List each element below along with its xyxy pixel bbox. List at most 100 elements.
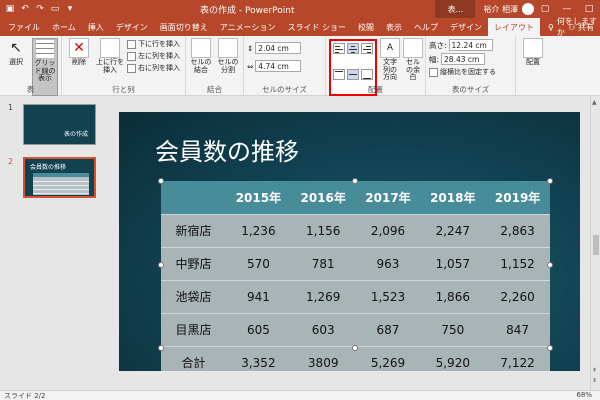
redo-icon[interactable]: ↷ bbox=[34, 3, 46, 15]
table-height-input[interactable]: 12.24 cm bbox=[448, 39, 493, 51]
insert-right-button[interactable]: 右に列を挿入 bbox=[127, 63, 180, 73]
table-cell[interactable]: 687 bbox=[355, 312, 421, 346]
save-icon[interactable]: ▣ bbox=[4, 3, 16, 15]
scroll-up-icon[interactable]: ▲ bbox=[592, 99, 597, 106]
cell-height-input[interactable]: 2.04 cm bbox=[255, 42, 302, 54]
resize-handle[interactable] bbox=[158, 262, 164, 268]
merge-group: セルの結合 セルの分割 結合 bbox=[186, 36, 244, 96]
tab-view[interactable]: 表示 bbox=[380, 18, 408, 36]
scrollbar-thumb[interactable] bbox=[593, 235, 599, 255]
table-cell[interactable]: 1,523 bbox=[355, 279, 421, 313]
members-table[interactable]: 2015年 2016年 2017年 2018年 2019年 新宿店 1,236 … bbox=[161, 181, 550, 371]
slide-title[interactable]: 会員数の推移 bbox=[155, 132, 299, 167]
table-cell[interactable]: 1,236 bbox=[226, 213, 291, 247]
tab-insert[interactable]: 挿入 bbox=[82, 18, 110, 36]
header-cell[interactable]: 2016年 bbox=[290, 181, 356, 214]
tab-design[interactable]: デザイン bbox=[110, 18, 154, 36]
align-right-icon[interactable] bbox=[361, 43, 373, 54]
table-cell[interactable]: 781 bbox=[290, 246, 356, 280]
row-header-cell[interactable]: 目黒店 bbox=[161, 312, 226, 346]
table-cell[interactable]: 570 bbox=[226, 246, 291, 280]
table-cell[interactable]: 847 bbox=[485, 312, 550, 346]
slide-thumbnails-pane: 1 表の作成 2 会員数の推移 bbox=[0, 97, 110, 390]
tab-table-design[interactable]: デザイン bbox=[444, 18, 488, 36]
tab-transitions[interactable]: 画面切り替え bbox=[154, 18, 214, 36]
table-cell[interactable]: 1,866 bbox=[420, 279, 486, 313]
slide-thumbnail-2[interactable]: 会員数の推移 bbox=[23, 157, 96, 198]
avatar[interactable] bbox=[522, 3, 534, 15]
vertical-scrollbar[interactable]: ▲ ⇞ ⇟ bbox=[590, 97, 600, 390]
header-cell[interactable] bbox=[161, 181, 226, 214]
column-width-icon: ⇔ bbox=[247, 61, 254, 71]
insert-left-button[interactable]: 左に列を挿入 bbox=[127, 51, 180, 61]
table-cell[interactable]: 2,863 bbox=[485, 213, 550, 247]
customize-qat-icon[interactable]: ▾ bbox=[64, 3, 76, 15]
cell-width-field[interactable]: ⇔ 4.74 cm bbox=[247, 60, 322, 72]
table-cell[interactable]: 605 bbox=[226, 312, 291, 346]
tab-layout[interactable]: レイアウト bbox=[488, 18, 540, 36]
resize-handle[interactable] bbox=[352, 345, 358, 351]
previous-slide-icon[interactable]: ⇞ bbox=[592, 367, 597, 374]
header-cell[interactable]: 2018年 bbox=[420, 181, 486, 214]
align-center-icon[interactable] bbox=[347, 43, 359, 54]
text-direction-icon: A bbox=[380, 38, 400, 58]
zoom-level[interactable]: 68% bbox=[576, 391, 592, 399]
cell-width-input[interactable]: 4.74 cm bbox=[255, 60, 302, 72]
align-bottom-icon[interactable] bbox=[361, 68, 373, 80]
table-cell[interactable]: 941 bbox=[226, 279, 291, 313]
cell-height-field[interactable]: ⇕ 2.04 cm bbox=[247, 42, 322, 54]
share-button[interactable]: ⚇ 共有 bbox=[568, 22, 594, 33]
insert-below-button[interactable]: 下に行を挿入 bbox=[127, 39, 180, 49]
group-label: 表 bbox=[26, 85, 35, 94]
table-cell[interactable]: 3,352 bbox=[226, 345, 291, 371]
next-slide-icon[interactable]: ⇟ bbox=[592, 377, 597, 384]
table-cell[interactable]: 2,247 bbox=[420, 213, 486, 247]
table-cell[interactable]: 5,269 bbox=[355, 345, 421, 371]
lock-aspect-checkbox[interactable]: 縦横比を固定する bbox=[429, 67, 512, 77]
tab-home[interactable]: ホーム bbox=[46, 18, 82, 36]
undo-icon[interactable]: ↶ bbox=[19, 3, 31, 15]
table-cell[interactable]: 750 bbox=[420, 312, 486, 346]
table-cell[interactable]: 2,096 bbox=[355, 213, 421, 247]
start-from-beginning-icon[interactable]: ▭ bbox=[49, 3, 61, 15]
slide-thumbnail-1[interactable]: 表の作成 bbox=[23, 104, 96, 145]
resize-handle[interactable] bbox=[158, 345, 164, 351]
row-header-cell[interactable]: 新宿店 bbox=[161, 213, 226, 247]
table-cell[interactable]: 963 bbox=[355, 246, 421, 280]
user-name[interactable]: 裕介 相澤 bbox=[483, 4, 518, 15]
table-height-field[interactable]: 高さ: 12.24 cm bbox=[429, 39, 512, 51]
resize-handle[interactable] bbox=[547, 345, 553, 351]
table-cell[interactable]: 603 bbox=[290, 312, 356, 346]
table-cell[interactable]: 5,920 bbox=[420, 345, 486, 371]
row-header-cell[interactable]: 池袋店 bbox=[161, 279, 226, 313]
tab-help[interactable]: ヘルプ bbox=[408, 18, 444, 36]
header-cell[interactable]: 2019年 bbox=[485, 181, 550, 214]
table-cell[interactable]: 1,057 bbox=[420, 246, 486, 280]
table-cell[interactable]: 7,122 bbox=[485, 345, 550, 371]
resize-handle[interactable] bbox=[547, 262, 553, 268]
header-cell[interactable]: 2017年 bbox=[355, 181, 421, 214]
table-cell[interactable]: 3809 bbox=[290, 345, 356, 371]
table-cell[interactable]: 1,269 bbox=[290, 279, 356, 313]
resize-handle[interactable] bbox=[352, 178, 358, 184]
align-left-icon[interactable] bbox=[333, 43, 345, 54]
table-width-field[interactable]: 幅: 28.43 cm bbox=[429, 53, 512, 65]
tab-file[interactable]: ファイル bbox=[2, 18, 46, 36]
arrange-button[interactable]: 配置 bbox=[519, 38, 547, 96]
row-header-cell[interactable]: 合計 bbox=[161, 345, 226, 371]
slide-canvas[interactable]: 会員数の推移 2015年 2016年 2017年 2018年 2019年 新宿店… bbox=[119, 112, 580, 371]
table-cell[interactable]: 2,260 bbox=[485, 279, 550, 313]
tab-animations[interactable]: アニメーション bbox=[214, 18, 282, 36]
header-cell[interactable]: 2015年 bbox=[226, 181, 291, 214]
table-row: 新宿店 1,236 1,156 2,096 2,247 2,863 bbox=[161, 213, 550, 247]
resize-handle[interactable] bbox=[547, 178, 553, 184]
tab-review[interactable]: 校閲 bbox=[352, 18, 380, 36]
resize-handle[interactable] bbox=[158, 178, 164, 184]
table-cell[interactable]: 1,156 bbox=[290, 213, 356, 247]
align-middle-icon[interactable] bbox=[347, 68, 359, 80]
tab-slide-show[interactable]: スライド ショー bbox=[281, 18, 352, 36]
align-top-icon[interactable] bbox=[333, 68, 345, 80]
table-width-input[interactable]: 28.43 cm bbox=[441, 53, 486, 65]
table-cell[interactable]: 1,152 bbox=[485, 246, 550, 280]
row-header-cell[interactable]: 中野店 bbox=[161, 246, 226, 280]
